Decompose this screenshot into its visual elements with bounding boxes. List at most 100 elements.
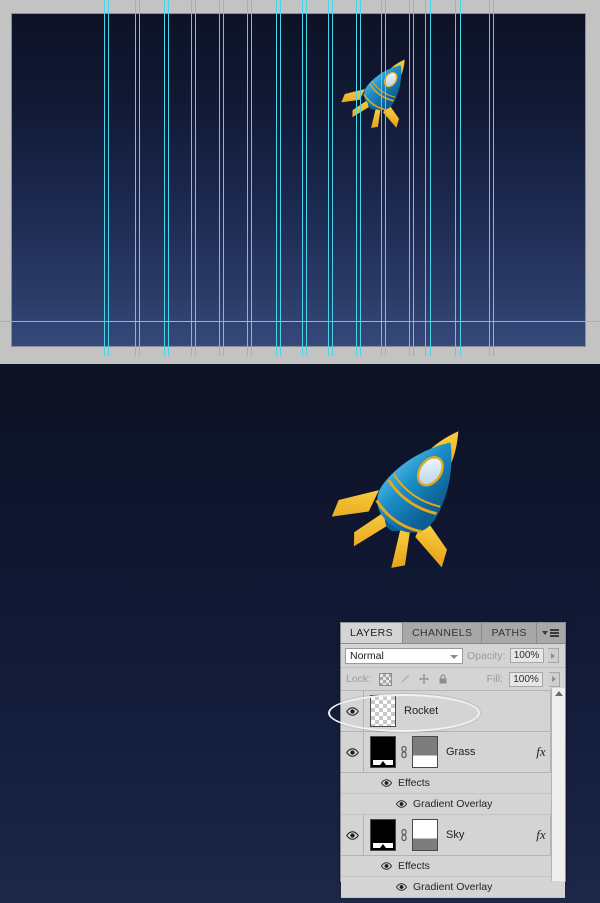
vertical-guide[interactable]: [385, 0, 386, 356]
layer-visibility-toggle[interactable]: [341, 691, 364, 731]
vertical-guide[interactable]: [302, 0, 303, 356]
scroll-up-arrow-icon[interactable]: [554, 691, 563, 696]
vertical-guide[interactable]: [108, 0, 109, 356]
vertical-guide[interactable]: [356, 0, 357, 356]
eye-icon[interactable]: [345, 706, 359, 716]
vertical-guide[interactable]: [251, 0, 252, 356]
eye-icon[interactable]: [396, 800, 407, 808]
vertical-guide[interactable]: [430, 0, 431, 356]
layer-name: Sky: [446, 829, 465, 841]
link-mask-icon[interactable]: [400, 828, 408, 842]
eye-icon[interactable]: [345, 830, 359, 840]
vertical-guide[interactable]: [328, 0, 329, 356]
eye-icon[interactable]: [396, 883, 407, 891]
effect-label: Gradient Overlay: [413, 798, 493, 810]
layer-row[interactable]: Sky fx: [341, 815, 565, 856]
opacity-label: Opacity:: [467, 649, 506, 662]
vertical-guide[interactable]: [219, 0, 220, 356]
layer-thumbnail[interactable]: [370, 695, 396, 727]
effect-visibility-toggle[interactable]: [396, 883, 407, 891]
tab-paths[interactable]: PATHS: [482, 623, 537, 643]
tab-channels[interactable]: CHANNELS: [403, 623, 483, 643]
effect-visibility-toggle[interactable]: [381, 862, 392, 870]
layer-name: Rocket: [404, 705, 439, 717]
hamburger-icon: [550, 629, 559, 637]
blend-mode-row: Normal Opacity: 100%: [341, 644, 565, 668]
vertical-guide[interactable]: [135, 0, 136, 356]
vertical-guide[interactable]: [280, 0, 281, 356]
link-mask-icon[interactable]: [400, 745, 408, 759]
blend-mode-value: Normal: [350, 649, 384, 662]
eye-icon[interactable]: [381, 779, 392, 787]
layer-visibility-toggle[interactable]: [341, 732, 364, 772]
layer-thumbnail[interactable]: [412, 819, 438, 851]
layer-thumbnails: [364, 736, 438, 768]
lock-all-icon[interactable]: [437, 673, 449, 685]
layers-panel[interactable]: LAYERS CHANNELS PATHS Normal Opacity: 10…: [340, 622, 566, 898]
document-canvas[interactable]: [12, 14, 585, 346]
layer-mask-thumbnail[interactable]: [370, 736, 396, 768]
vertical-guide[interactable]: [306, 0, 307, 356]
chevron-down-icon: [450, 654, 458, 659]
layer-effects-group-row[interactable]: Effects: [341, 856, 565, 877]
eye-icon[interactable]: [345, 747, 359, 757]
panel-tab-strip: LAYERS CHANNELS PATHS: [341, 623, 565, 644]
tab-layers[interactable]: LAYERS: [341, 623, 404, 643]
chevron-right-icon: [552, 676, 556, 682]
lock-position-icon[interactable]: [418, 673, 430, 685]
effect-label: Effects: [398, 860, 430, 872]
vertical-guide[interactable]: [191, 0, 192, 356]
lock-row: Lock: Fill: 100%: [341, 668, 565, 691]
vertical-guide[interactable]: [104, 0, 105, 356]
link-mask-icon[interactable]: [400, 828, 408, 842]
vertical-guide[interactable]: [455, 0, 456, 356]
layer-effect-row[interactable]: Gradient Overlay: [341, 794, 565, 815]
lock-transparency-icon[interactable]: [379, 672, 393, 686]
vertical-guide[interactable]: [425, 0, 426, 356]
lock-image-pixels-icon[interactable]: [399, 673, 411, 685]
vertical-guide[interactable]: [381, 0, 382, 356]
layer-effects-group-row[interactable]: Effects: [341, 773, 565, 794]
vertical-guide[interactable]: [332, 0, 333, 356]
layer-mask-thumbnail[interactable]: [370, 819, 396, 851]
panel-menu-icon[interactable]: [542, 627, 560, 639]
layer-list: Rocket Grass fx Effects Gradient Overlay …: [341, 691, 565, 898]
horizontal-guide[interactable]: [0, 321, 600, 322]
vertical-guide[interactable]: [360, 0, 361, 356]
vertical-guide[interactable]: [223, 0, 224, 356]
vertical-guide[interactable]: [139, 0, 140, 356]
effect-visibility-toggle[interactable]: [381, 779, 392, 787]
rocket-icon: [331, 431, 459, 568]
layer-thumbnail[interactable]: [412, 736, 438, 768]
effect-visibility-toggle[interactable]: [396, 800, 407, 808]
chevron-down-icon: [542, 631, 548, 635]
fill-label: Fill:: [486, 673, 503, 685]
link-mask-icon[interactable]: [400, 745, 408, 759]
vertical-guide[interactable]: [460, 0, 461, 356]
vertical-guide[interactable]: [168, 0, 169, 356]
vertical-guide[interactable]: [195, 0, 196, 356]
opacity-value[interactable]: 100%: [509, 648, 544, 663]
vertical-guide[interactable]: [276, 0, 277, 356]
vertical-guide[interactable]: [247, 0, 248, 356]
opacity-stepper[interactable]: [547, 648, 559, 663]
vertical-guide[interactable]: [493, 0, 494, 356]
blend-mode-select[interactable]: Normal: [345, 647, 463, 664]
layer-effects-badge[interactable]: fx: [532, 827, 550, 843]
layer-row[interactable]: Rocket: [341, 691, 565, 732]
layer-effects-badge[interactable]: fx: [532, 744, 550, 760]
layer-row[interactable]: Grass fx: [341, 732, 565, 773]
fill-stepper[interactable]: [549, 671, 560, 687]
effect-label: Effects: [398, 777, 430, 789]
layers-scrollbar[interactable]: [551, 688, 565, 881]
layer-effect-row[interactable]: Gradient Overlay: [341, 877, 565, 898]
effect-label: Gradient Overlay: [413, 881, 493, 893]
vertical-guide[interactable]: [409, 0, 410, 356]
eye-icon[interactable]: [381, 862, 392, 870]
vertical-guide[interactable]: [413, 0, 414, 356]
layer-visibility-toggle[interactable]: [341, 815, 364, 855]
fill-value[interactable]: 100%: [509, 671, 543, 687]
tab-channels-label: CHANNELS: [412, 627, 473, 639]
vertical-guide[interactable]: [489, 0, 490, 356]
vertical-guide[interactable]: [164, 0, 165, 356]
